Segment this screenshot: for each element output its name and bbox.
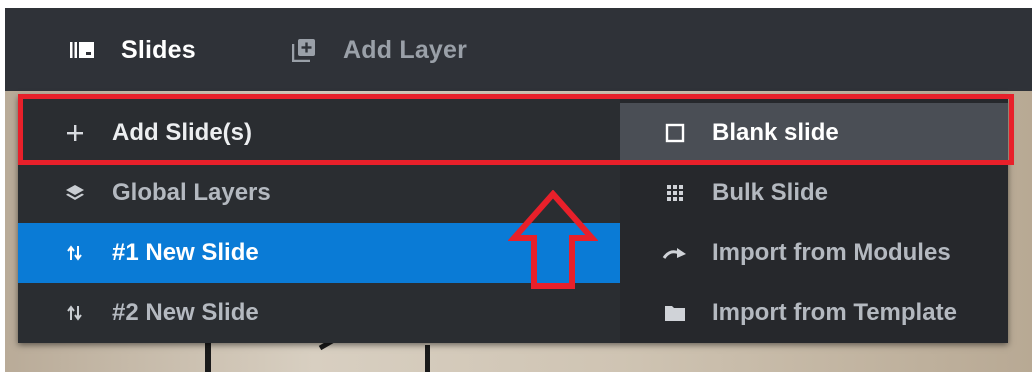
tab-add-layer[interactable]: Add Layer xyxy=(291,36,467,64)
annotation-highlight-box xyxy=(18,94,1014,165)
bulk-slide-label: Bulk Slide xyxy=(712,179,829,206)
grid-icon xyxy=(662,180,688,206)
import-from-modules-item[interactable]: Import from Modules xyxy=(620,223,1008,283)
editor-topbar: Slides Add Layer xyxy=(5,8,1032,91)
import-from-template-label: Import from Template xyxy=(712,299,957,326)
slides-icon xyxy=(69,39,95,61)
import-from-modules-label: Import from Modules xyxy=(712,239,951,266)
slide-item-1-label: #1 New Slide xyxy=(112,239,259,266)
annotation-up-arrow xyxy=(508,190,598,289)
add-layer-icon xyxy=(291,39,317,62)
background-stroke xyxy=(425,345,430,372)
tab-slides[interactable]: Slides xyxy=(69,36,196,64)
layers-icon xyxy=(62,180,88,206)
redo-arrow-icon xyxy=(662,240,688,266)
sort-arrows-icon xyxy=(62,300,88,326)
sort-arrows-icon xyxy=(62,240,88,266)
slide-item-2[interactable]: #2 New Slide xyxy=(18,283,620,343)
global-layers-label: Global Layers xyxy=(112,179,271,206)
tab-add-layer-label: Add Layer xyxy=(343,35,468,64)
tab-slides-label: Slides xyxy=(121,35,196,64)
folder-icon xyxy=(662,300,688,326)
bulk-slide-item[interactable]: Bulk Slide xyxy=(620,163,1008,223)
import-from-template-item[interactable]: Import from Template xyxy=(620,283,1008,343)
slide-item-2-label: #2 New Slide xyxy=(112,299,259,326)
